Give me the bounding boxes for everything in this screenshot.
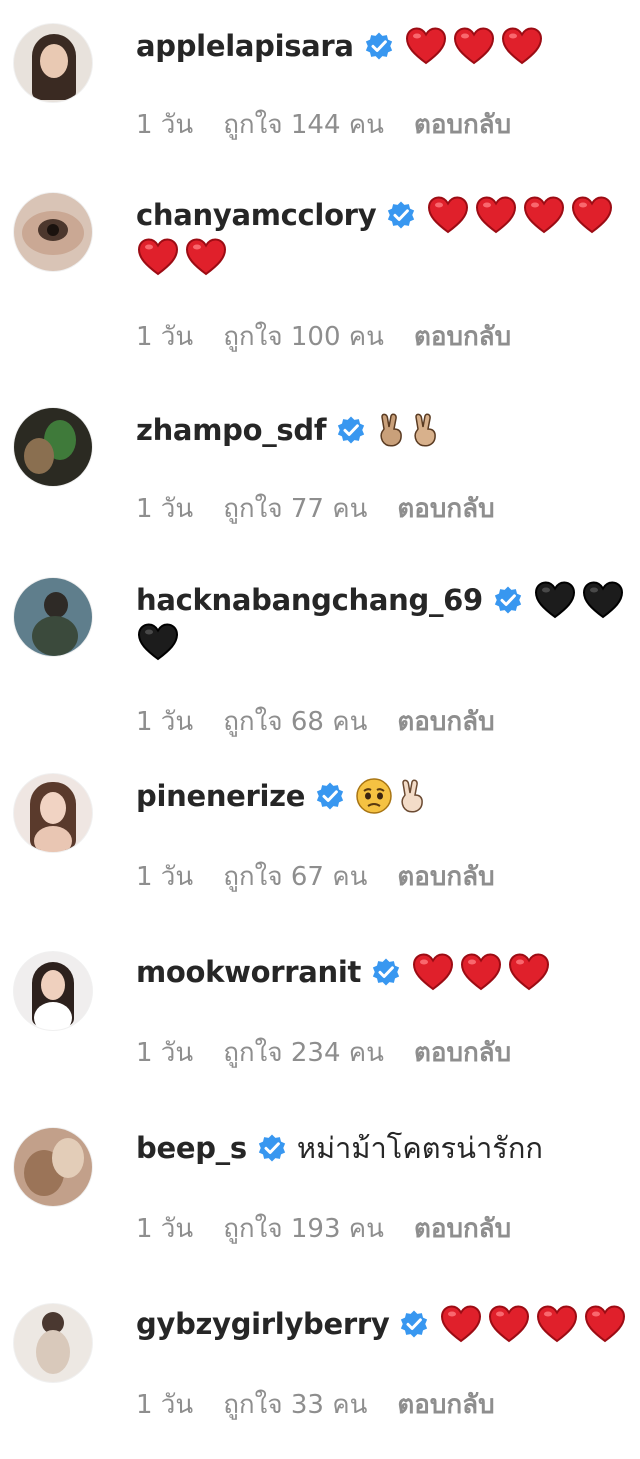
comment-username[interactable]: applelapisara xyxy=(136,24,354,68)
pleading-face-icon xyxy=(356,778,392,814)
avatar[interactable] xyxy=(14,408,92,486)
verified-badge-icon xyxy=(317,782,344,810)
red-heart-icon xyxy=(441,1305,482,1343)
comment-time: 1 วัน xyxy=(136,1038,194,1068)
red-heart-icon xyxy=(501,27,542,65)
comment-time: 1 วัน xyxy=(136,1214,194,1244)
verified-badge-icon xyxy=(365,32,392,60)
comment-likes[interactable]: ถูกใจ 68 คน xyxy=(223,701,367,742)
reply-button[interactable]: ตอบกลับ xyxy=(414,1208,511,1249)
comment-likes[interactable]: ถูกใจ 67 คน xyxy=(223,856,367,897)
comment-time: 1 วัน xyxy=(136,862,194,892)
comment-username[interactable]: hacknabangchang_69 xyxy=(136,578,483,622)
reply-button[interactable]: ตอบกลับ xyxy=(397,1384,494,1425)
avatar[interactable] xyxy=(14,578,92,656)
avatar[interactable] xyxy=(14,774,92,852)
verified-badge-icon xyxy=(494,586,522,614)
red-heart-icon xyxy=(537,1305,578,1343)
reply-button[interactable]: ตอบกลับ xyxy=(397,856,494,897)
verified-badge-icon xyxy=(258,1134,285,1162)
victory-hand-icon xyxy=(380,413,402,447)
comment-time: 1 วัน xyxy=(136,322,194,352)
comment-likes[interactable]: ถูกใจ 193 คน xyxy=(223,1208,384,1249)
verified-badge-icon xyxy=(388,201,415,229)
avatar[interactable] xyxy=(14,1304,92,1382)
avatar[interactable] xyxy=(14,24,92,102)
comment-text: หม่าม้าโคตรน่ารักก xyxy=(296,1131,543,1165)
comment-username[interactable]: zhampo_sdf xyxy=(136,408,326,452)
red-heart-icon xyxy=(489,1305,530,1343)
red-heart-icon xyxy=(572,196,613,234)
comment-time: 1 วัน xyxy=(136,707,194,737)
reply-button[interactable]: ตอบกลับ xyxy=(414,316,511,357)
red-heart-icon xyxy=(137,238,179,276)
red-heart-icon xyxy=(509,953,550,991)
black-heart-icon xyxy=(534,581,575,619)
verified-badge-icon xyxy=(372,958,400,986)
avatar[interactable] xyxy=(14,952,92,1030)
comment-username[interactable]: gybzygirlyberry xyxy=(136,1302,390,1346)
avatar[interactable] xyxy=(14,1128,92,1206)
verified-badge-icon xyxy=(338,416,365,444)
verified-badge-icon xyxy=(401,1310,428,1338)
reply-button[interactable]: ตอบกลับ xyxy=(397,488,494,529)
red-heart-icon xyxy=(185,238,227,276)
reply-button[interactable]: ตอบกลับ xyxy=(414,1032,511,1073)
comment-time: 1 วัน xyxy=(136,1390,194,1420)
comment-username[interactable]: chanyamcclory xyxy=(136,193,377,237)
victory-hand-icon xyxy=(414,413,436,447)
red-heart-icon xyxy=(428,196,469,234)
comment-time: 1 วัน xyxy=(136,110,194,140)
victory-hand-icon xyxy=(401,779,423,813)
comment-username[interactable]: beep_s xyxy=(136,1126,247,1170)
red-heart-icon xyxy=(453,27,494,65)
black-heart-icon xyxy=(137,623,179,661)
red-heart-icon xyxy=(461,953,502,991)
reply-button[interactable]: ตอบกลับ xyxy=(397,701,494,742)
comment-likes[interactable]: ถูกใจ 234 คน xyxy=(223,1032,384,1073)
comment-likes[interactable]: ถูกใจ 100 คน xyxy=(223,316,384,357)
avatar[interactable] xyxy=(14,193,92,271)
reply-button[interactable]: ตอบกลับ xyxy=(414,104,511,145)
comment-username[interactable]: pinenerize xyxy=(136,774,305,818)
red-heart-icon xyxy=(405,27,446,65)
red-heart-icon xyxy=(585,1305,626,1343)
red-heart-icon xyxy=(413,953,454,991)
comment-likes[interactable]: ถูกใจ 144 คน xyxy=(223,104,384,145)
comment-time: 1 วัน xyxy=(136,494,194,524)
comment-username[interactable]: mookworranit xyxy=(136,950,361,994)
black-heart-icon xyxy=(582,581,623,619)
comment-likes[interactable]: ถูกใจ 33 คน xyxy=(223,1384,367,1425)
red-heart-icon xyxy=(524,196,565,234)
red-heart-icon xyxy=(476,196,517,234)
comment-likes[interactable]: ถูกใจ 77 คน xyxy=(223,488,367,529)
